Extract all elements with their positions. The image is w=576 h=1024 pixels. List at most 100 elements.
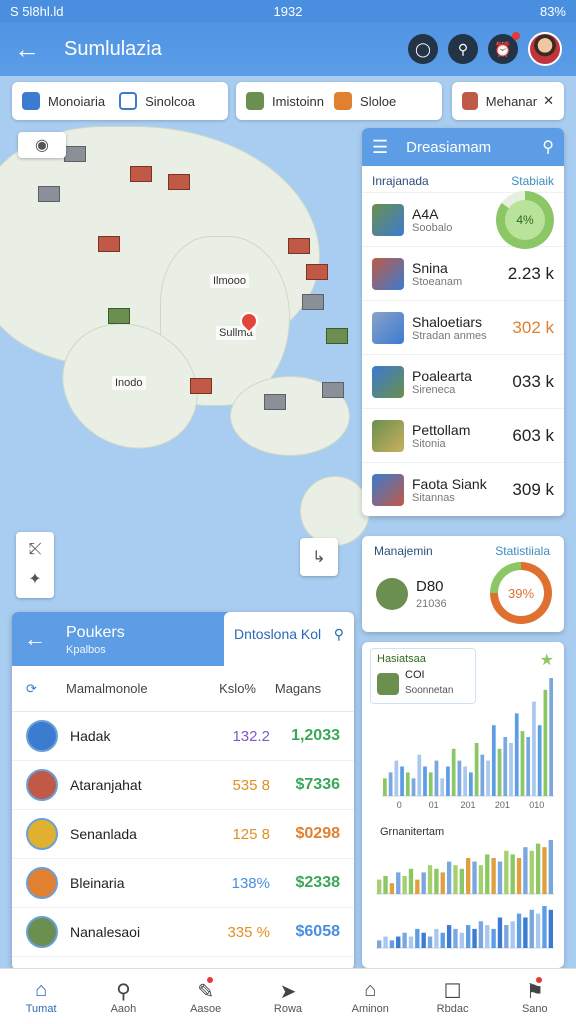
navigation-icon[interactable]: ⤪	[29, 541, 42, 559]
table-row[interactable]: Senanlada 125 8 $0298	[12, 810, 354, 859]
chart-bar[interactable]	[486, 760, 490, 796]
column-header[interactable]: Mamalmonole	[66, 681, 186, 696]
building-marker[interactable]	[190, 378, 212, 394]
table-row[interactable]: Bleinaria 138% $2338	[12, 859, 354, 908]
chart-bar[interactable]	[434, 928, 439, 948]
chart-bar[interactable]	[396, 872, 401, 894]
chart-bar[interactable]	[421, 872, 426, 894]
chart-bar[interactable]	[529, 850, 534, 894]
chart-bar[interactable]	[423, 766, 427, 797]
chart-bar[interactable]	[514, 713, 519, 796]
chart-bar[interactable]	[402, 876, 407, 894]
nav-buildings[interactable]: ⌂ Aminon	[329, 969, 411, 1024]
route-icon[interactable]: ↳	[300, 538, 338, 576]
chart-bar[interactable]	[453, 865, 458, 894]
chart-bar[interactable]	[472, 928, 477, 948]
chart-bar[interactable]	[485, 925, 490, 948]
list-item[interactable]: Poalearta Sireneca 033 k	[362, 354, 564, 408]
chart-bar[interactable]	[535, 843, 541, 894]
building-marker[interactable]	[38, 186, 60, 202]
chart-bar[interactable]	[474, 742, 479, 796]
chart-bar[interactable]	[459, 868, 464, 894]
chart-bar[interactable]	[428, 772, 433, 796]
chart-bar[interactable]	[459, 932, 464, 948]
chart-bar[interactable]	[434, 760, 439, 796]
chart-bar[interactable]	[497, 861, 503, 894]
nav-more[interactable]: ⚑ Sano	[494, 969, 576, 1024]
chart-bar[interactable]	[532, 701, 536, 796]
chip-group-a[interactable]: Monoiaria Sinolcoa	[12, 82, 228, 120]
chart-bar[interactable]	[377, 879, 382, 894]
chart-bar[interactable]	[389, 883, 395, 894]
chart-bar[interactable]	[510, 921, 515, 948]
chart-bar[interactable]	[383, 778, 387, 796]
chart-bar[interactable]	[408, 868, 414, 894]
chip-group-b[interactable]: Imistoinn Sloloe	[236, 82, 442, 120]
table-row[interactable]: Hadak 132.2 1,2033	[12, 712, 354, 761]
chart-bar[interactable]	[549, 678, 553, 796]
star-icon[interactable]: ★	[540, 650, 554, 670]
chart-bar[interactable]	[504, 925, 509, 948]
chart-bar[interactable]	[394, 760, 399, 796]
building-marker[interactable]	[326, 328, 348, 344]
chart-bar[interactable]	[457, 760, 462, 796]
chart-bar[interactable]	[427, 865, 433, 894]
chart-bar[interactable]	[478, 865, 484, 894]
chart-bar[interactable]	[440, 778, 445, 796]
chart-bar[interactable]	[434, 868, 439, 894]
chart-bar[interactable]	[415, 928, 420, 948]
chart-bar[interactable]	[377, 940, 382, 948]
chart-bar[interactable]	[415, 879, 420, 894]
chart-bar[interactable]	[485, 854, 490, 894]
chart-bar[interactable]	[440, 872, 445, 894]
chart-bar[interactable]	[440, 932, 445, 948]
compass-icon[interactable]: ✦	[28, 569, 41, 589]
chart-bar[interactable]	[446, 766, 450, 797]
building-marker[interactable]	[98, 236, 120, 252]
chart-bar[interactable]	[478, 921, 484, 948]
building-marker[interactable]	[322, 382, 344, 398]
table-row[interactable]: Nanalesaoi 335 % $6058	[12, 908, 354, 957]
chart-bar[interactable]	[480, 754, 485, 796]
search-icon[interactable]: ⚲	[542, 137, 554, 157]
chart-bar[interactable]	[396, 936, 401, 948]
chart-bar[interactable]	[463, 766, 467, 797]
chart-bar[interactable]	[510, 854, 515, 894]
chart-bar[interactable]	[497, 748, 502, 796]
building-marker[interactable]	[306, 264, 328, 280]
chart-bar[interactable]	[509, 742, 513, 796]
building-marker[interactable]	[302, 294, 324, 310]
chart-bar[interactable]	[542, 847, 547, 894]
chart-bar[interactable]	[523, 847, 528, 894]
chart-bar[interactable]	[472, 861, 477, 894]
chart-bar[interactable]	[548, 909, 553, 948]
list-item[interactable]: Snina Stoeanam 2.23 k	[362, 246, 564, 300]
nav-tools[interactable]: ✎ Aasoe	[165, 969, 247, 1024]
chart-bar[interactable]	[548, 840, 553, 894]
chart-bar[interactable]	[388, 772, 393, 796]
chart-bar[interactable]	[402, 932, 407, 948]
chart-bar[interactable]	[411, 778, 416, 796]
close-icon[interactable]: ✕	[543, 93, 554, 109]
chart-bar[interactable]	[516, 858, 522, 894]
building-marker[interactable]	[288, 238, 310, 254]
column-header[interactable]: Kslo%	[186, 681, 256, 696]
chart-bar[interactable]	[503, 737, 508, 796]
chart-bar[interactable]	[523, 917, 528, 948]
chart-bar[interactable]	[466, 858, 471, 894]
chart-bar[interactable]	[421, 932, 426, 948]
chart-bar[interactable]	[543, 689, 548, 796]
chart-bar[interactable]	[400, 766, 404, 797]
nav-inbox[interactable]: ☐ Rbdac	[411, 969, 493, 1024]
building-marker[interactable]	[108, 308, 130, 324]
chart-bar[interactable]	[516, 913, 522, 948]
chart-bar[interactable]	[497, 917, 503, 948]
chart-bar[interactable]	[383, 936, 388, 948]
chart-bar[interactable]	[451, 748, 456, 796]
list-item[interactable]: Shaloetiars Stradan anmes 302 k	[362, 300, 564, 354]
chart-bar[interactable]	[446, 861, 452, 894]
search-user-icon[interactable]: ⚲	[448, 34, 478, 64]
avatar[interactable]	[528, 32, 562, 66]
chart-bar[interactable]	[453, 928, 458, 948]
nav-home[interactable]: ⌂ Tumat	[0, 969, 82, 1024]
